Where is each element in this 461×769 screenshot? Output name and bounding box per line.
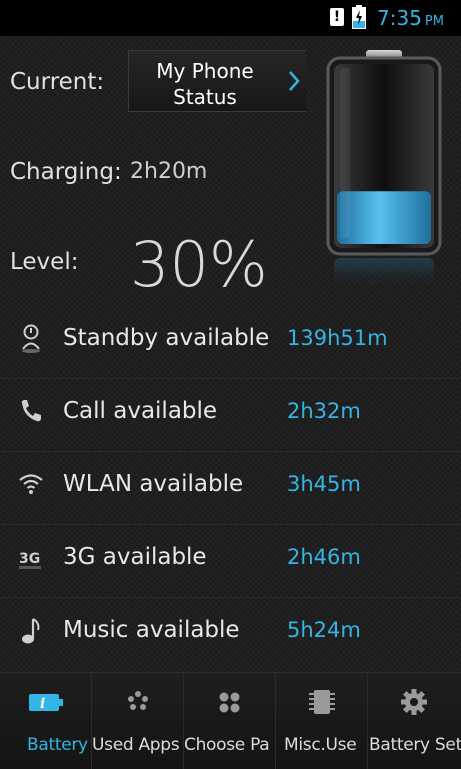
music-note-icon [22,618,40,644]
tab-battery-settings[interactable]: Battery Set [368,673,461,769]
used-apps-icon [128,691,148,710]
list-item-value: 3h45m [287,472,361,496]
phone-icon [21,400,41,422]
list-item-label: Music available [63,617,240,643]
list-item-label: Standby available [63,325,270,351]
status-button-line1: My Phone [156,59,254,83]
tab-label: Battery Set [369,735,461,755]
list-item-label: WLAN available [63,471,244,497]
status-bar: ! 7:35 PM [0,0,461,36]
clock-time: 7:35 [377,6,422,30]
charging-label: Charging: [10,159,122,185]
list-item-value: 2h32m [287,399,361,423]
wifi-icon [19,474,43,494]
list-item-3g[interactable]: 3G 3G available 2h46m [0,525,461,598]
list-item-value: 139h51m [287,326,388,350]
bottom-tab-bar: i Battery Used Apps Choose Pa Misc.Use B… [0,672,461,769]
battery-level-graphic [326,50,442,294]
current-label: Current: [10,69,105,95]
clock: 7:35 PM [377,6,444,30]
list-item-standby[interactable]: Standby available 139h51m [0,306,461,379]
tab-label: Choose Pa [184,735,270,755]
standby-icon [22,324,40,353]
tab-label: Used Apps [92,735,180,755]
tab-used-apps[interactable]: Used Apps [92,673,184,769]
svg-text:i: i [40,696,45,712]
list-item-wlan[interactable]: WLAN available 3h45m [0,452,461,525]
chip-icon [309,690,335,714]
alert-icon: ! [330,8,344,26]
charging-value: 2h20m [130,159,208,184]
battery-charging-icon [352,5,366,29]
list-item-music[interactable]: Music available 5h24m [0,598,461,670]
list-item-label: Call available [63,398,218,424]
chevron-right-icon [289,71,300,91]
list-item-call[interactable]: Call available 2h32m [0,379,461,452]
tab-battery[interactable]: i Battery [0,673,92,769]
status-button-line2: Status [173,85,237,109]
level-label: Level: [10,249,79,275]
battery-fill [337,191,431,244]
svg-text:3G: 3G [19,551,40,567]
tab-label: Misc.Use [284,735,357,755]
list-item-value: 2h46m [287,545,361,569]
clock-ampm: PM [424,14,444,29]
battery-info-icon: i [29,694,63,712]
list-item-value: 5h24m [287,618,361,642]
tab-choose-pattern[interactable]: Choose Pa [184,673,276,769]
3g-icon: 3G [19,551,41,569]
my-phone-status-button[interactable]: My Phone Status [128,50,306,112]
choose-pattern-icon [219,692,240,713]
level-value: 30% [130,228,268,301]
tab-misc-use[interactable]: Misc.Use [276,673,368,769]
gear-icon [401,689,427,715]
tab-label: Battery [27,735,88,755]
list-item-label: 3G available [63,544,207,570]
status-button-label: My Phone Status [129,58,281,110]
